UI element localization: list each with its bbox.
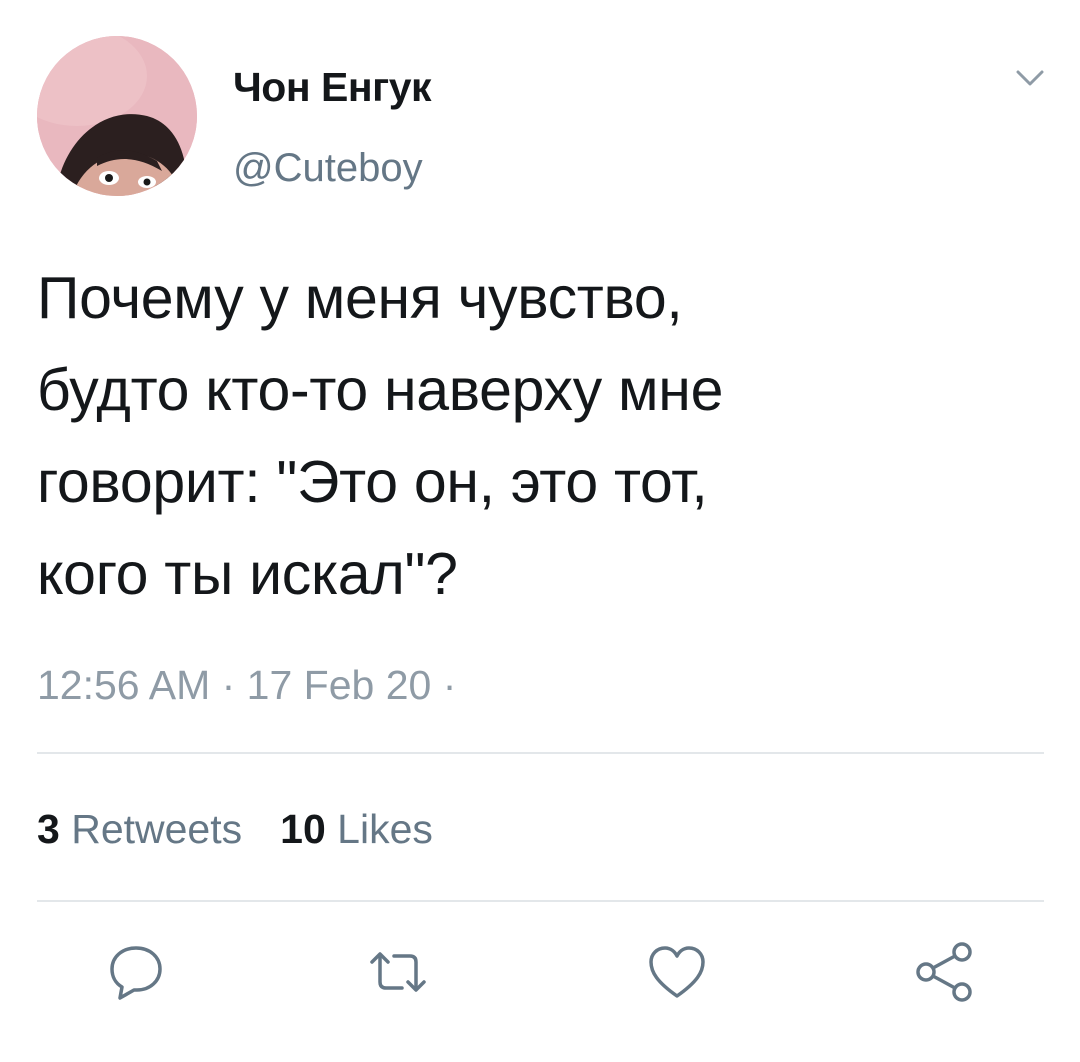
tweet-text: Почему у меня чувство, будто кто-то наве…: [37, 252, 1047, 620]
divider: [37, 900, 1044, 902]
display-name[interactable]: Чон Енгук: [233, 64, 432, 111]
tweet-actions: [0, 940, 1080, 1002]
tweet-stats: 3 Retweets 10 Likes: [37, 806, 433, 853]
tweet-text-line: кого ты искал"?: [37, 541, 458, 607]
retweet-icon[interactable]: [366, 940, 430, 1004]
retweets-count: 3: [37, 806, 60, 852]
avatar-image: [37, 36, 197, 196]
tweet-timestamp[interactable]: 12:56 AM · 17 Feb 20 ·: [37, 662, 456, 709]
share-icon[interactable]: [912, 940, 976, 1004]
reply-icon[interactable]: [104, 940, 168, 1004]
tweet-card: Чон Енгук @Cuteboy Почему у меня чувство…: [0, 0, 1080, 1062]
user-handle[interactable]: @Cuteboy: [233, 146, 423, 191]
likes-label: Likes: [337, 806, 433, 852]
likes-count: 10: [280, 806, 326, 852]
tweet-text-line: будто кто-то наверху мне: [37, 357, 724, 423]
retweets-label: Retweets: [71, 806, 243, 852]
like-icon[interactable]: [645, 940, 709, 1004]
likes-stat[interactable]: 10 Likes: [280, 806, 433, 852]
divider: [37, 752, 1044, 754]
bottom-spacer: [0, 1040, 1080, 1062]
tweet-text-line: Почему у меня чувство,: [37, 265, 683, 331]
tweet-text-line: говорит: "Это он, это тот,: [37, 449, 708, 515]
chevron-down-icon[interactable]: [1010, 62, 1050, 92]
retweets-stat[interactable]: 3 Retweets: [37, 806, 242, 852]
avatar[interactable]: [37, 36, 197, 196]
